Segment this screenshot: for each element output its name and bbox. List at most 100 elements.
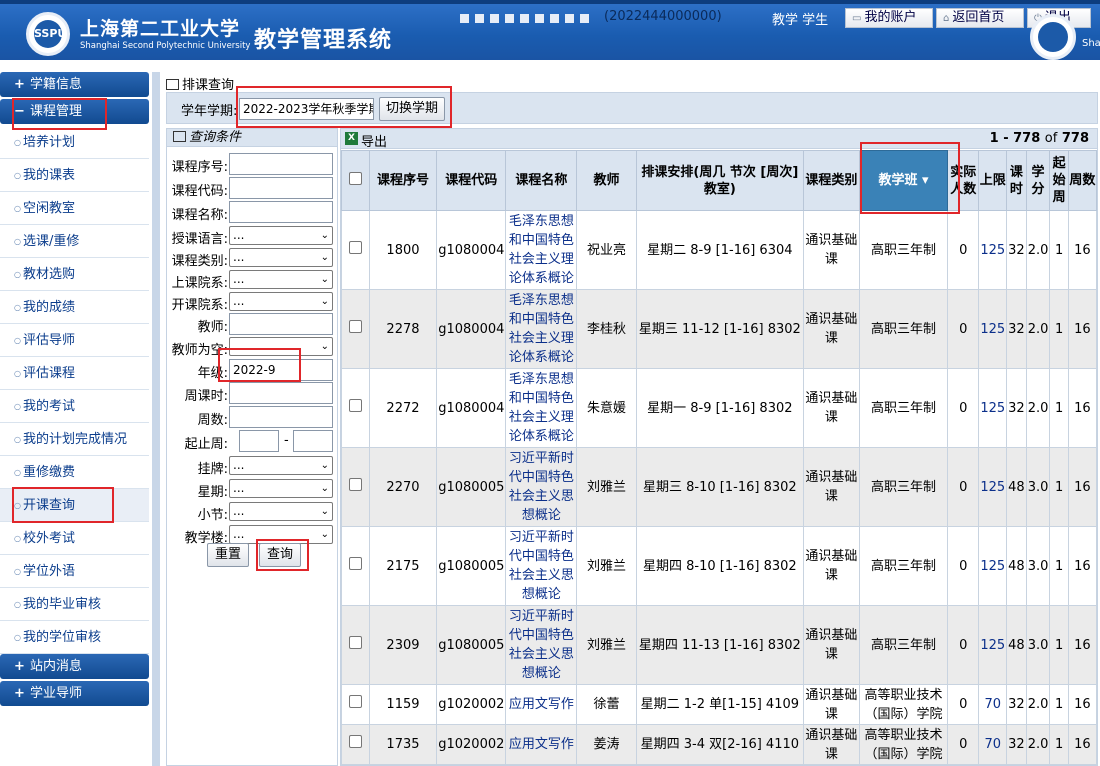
sidebar-item-retake-fee[interactable]: ○ 重修缴费 xyxy=(0,456,149,489)
building-select[interactable]: ... ⌄ xyxy=(229,525,333,544)
cell-actual: 0 xyxy=(947,447,980,527)
sidebar-group-student-info[interactable]: + 学籍信息 xyxy=(0,72,149,97)
teacher-empty-select[interactable]: ⌄ xyxy=(229,337,333,356)
cell-schedule: 星期二 1-2 单[1-15] 4109 xyxy=(635,684,805,725)
sidebar-item-my-timetable[interactable]: ○ 我的课表 xyxy=(0,159,149,192)
class-dept-select[interactable]: ... ⌄ xyxy=(229,270,333,289)
course-name-link[interactable]: 习近平新时代中国特色社会主义思想概论 xyxy=(505,526,578,606)
open-dept-select[interactable]: ... ⌄ xyxy=(229,292,333,311)
sidebar-item-eval-course[interactable]: ○ 评估课程 xyxy=(0,357,149,390)
column-header-name[interactable]: 课程名称 xyxy=(505,150,578,211)
table-row[interactable]: 1735 g1020002 应用文写作 姜涛 星期四 3-4 双[2-16] 4110 通… xyxy=(341,724,1097,765)
table-row[interactable]: 2175 g1080005 习近平新时代中国特色社会主义思想概论 刘雅兰 星期四 8-1… xyxy=(341,526,1097,606)
row-checkbox[interactable] xyxy=(341,368,370,448)
table-row[interactable]: 1159 g1020002 应用文写作 徐蕾 星期二 1-2 单[1-15] 4109 通… xyxy=(341,684,1097,725)
teach-language-select[interactable]: ... ⌄ xyxy=(229,226,333,245)
sidebar-item-external-exam[interactable]: ○ 校外考试 xyxy=(0,522,149,555)
cell-schedule: 星期一 8-9 [1-16] 8302 xyxy=(635,368,805,448)
sidebar-item-textbook[interactable]: ○ 教材选购 xyxy=(0,258,149,291)
period-select-value: ... xyxy=(233,504,245,518)
course-category-select[interactable]: ... ⌄ xyxy=(229,248,333,267)
course-name-link[interactable]: 习近平新时代中国特色社会主义思想概论 xyxy=(505,447,578,527)
column-header-seq[interactable]: 课程序号 xyxy=(368,150,438,211)
start-week-input[interactable] xyxy=(239,430,279,452)
period-select[interactable]: ... ⌄ xyxy=(229,502,333,521)
teacher-input[interactable] xyxy=(229,313,333,335)
course-name-input[interactable] xyxy=(229,201,333,223)
listed-select[interactable]: ... ⌄ xyxy=(229,456,333,475)
weekday-select[interactable]: ... ⌄ xyxy=(229,479,333,498)
query-row-weekday: 星期:... ⌄ xyxy=(167,478,337,500)
column-header-schedule[interactable]: 排课安排(周几 节次 [周次] 教室) xyxy=(635,150,805,211)
table-row[interactable]: 2278 g1080004 毛泽东思想和中国特色社会主义理论体系概论 李桂秋 星期三 1… xyxy=(341,289,1097,369)
cell-schedule: 星期三 11-12 [1-16] 8302 xyxy=(635,289,805,369)
home-button[interactable]: ⌂ 返回首页 xyxy=(936,8,1024,28)
column-header-class[interactable]: 教学班 ▾ xyxy=(858,150,949,211)
course-name-link[interactable]: 毛泽东思想和中国特色社会主义理论体系概论 xyxy=(505,210,578,290)
course-name-link[interactable]: 应用文写作 xyxy=(505,684,578,725)
course-name-link[interactable]: 毛泽东思想和中国特色社会主义理论体系概论 xyxy=(505,289,578,369)
table-row[interactable]: 2309 g1080005 习近平新时代中国特色社会主义思想概论 刘雅兰 星期四 11-… xyxy=(341,605,1097,685)
column-header-code[interactable]: 课程代码 xyxy=(436,150,507,211)
row-checkbox[interactable] xyxy=(341,605,370,685)
search-button[interactable]: 查询 xyxy=(259,543,301,567)
row-checkbox[interactable] xyxy=(341,684,370,725)
table-row[interactable]: 2270 g1080005 习近平新时代中国特色社会主义思想概论 刘雅兰 星期三 8-1… xyxy=(341,447,1097,527)
sidebar-item-degree-language[interactable]: ○ 学位外语 xyxy=(0,555,149,588)
sidebar-item-training-plan[interactable]: ○ 培养计划 xyxy=(0,126,149,159)
sidebar-item-free-classroom[interactable]: ○ 空闲教室 xyxy=(0,192,149,225)
switch-term-button[interactable]: 切换学期 xyxy=(379,97,445,121)
sidebar-item-my-grades[interactable]: ○ 我的成绩 xyxy=(0,291,149,324)
table-row[interactable]: 2272 g1080004 毛泽东思想和中国特色社会主义理论体系概论 朱意媛 星期一 8… xyxy=(341,368,1097,448)
chevron-down-icon: ⌄ xyxy=(320,483,329,494)
column-header-credit[interactable]: 学分 xyxy=(1025,150,1051,211)
grade-input[interactable]: 2022-9 xyxy=(229,359,333,381)
reset-button[interactable]: 重置 xyxy=(207,543,249,567)
query-row-weeks: 周数: xyxy=(167,406,337,428)
excel-icon[interactable]: X xyxy=(345,132,358,145)
column-header-hours[interactable]: 课时 xyxy=(1006,150,1027,211)
course-name-link[interactable]: 习近平新时代中国特色社会主义思想概论 xyxy=(505,605,578,685)
cell-teacher: 李桂秋 xyxy=(576,289,637,369)
sidebar-item-my-exams[interactable]: ○ 我的考试 xyxy=(0,390,149,423)
my-account-button[interactable]: ▭ 我的账户 xyxy=(845,8,933,28)
sidebar-splitter[interactable] xyxy=(152,72,160,766)
sidebar-item-eval-advisor[interactable]: ○ 评估导师 xyxy=(0,324,149,357)
column-header-weeks[interactable]: 周数 xyxy=(1067,150,1097,211)
query-row-building: 教学楼:... ⌄ xyxy=(167,524,337,546)
column-header-start[interactable]: 起始周 xyxy=(1049,150,1069,211)
row-checkbox[interactable] xyxy=(341,447,370,527)
sidebar-group-messages[interactable]: + 站内消息 xyxy=(0,654,149,679)
sidebar-item-course-query[interactable]: ○ 开课查询 xyxy=(0,489,149,522)
table-row[interactable]: 1800 g1080004 毛泽东思想和中国特色社会主义理论体系概论 祝业亮 星期二 8… xyxy=(341,210,1097,290)
course-name-link[interactable]: 应用文写作 xyxy=(505,724,578,765)
cell-seq: 2309 xyxy=(368,605,438,685)
export-button[interactable]: 导出 xyxy=(361,131,387,150)
weeks-label: 周数: xyxy=(197,413,228,428)
sidebar-item-plan-completion[interactable]: ○ 我的计划完成情况 xyxy=(0,423,149,456)
sidebar-group-advisor[interactable]: + 学业导师 xyxy=(0,681,149,706)
column-header-teacher[interactable]: 教师 xyxy=(576,150,637,211)
weekly-hours-input[interactable] xyxy=(229,382,333,404)
weeks-input[interactable] xyxy=(229,406,333,428)
cell-seq: 1159 xyxy=(368,684,438,725)
column-header-limit[interactable]: 上限 xyxy=(978,150,1008,211)
end-week-input[interactable] xyxy=(293,430,333,452)
column-header-actual[interactable]: 实际人数 xyxy=(947,150,980,211)
select-all-checkbox[interactable] xyxy=(341,150,370,211)
row-checkbox[interactable] xyxy=(341,289,370,369)
sidebar-item-degree-audit[interactable]: ○ 我的学位审核 xyxy=(0,621,149,654)
course-code-input[interactable] xyxy=(229,177,333,199)
course-seq-input[interactable] xyxy=(229,153,333,175)
row-checkbox[interactable] xyxy=(341,210,370,290)
chevron-down-icon: ⌄ xyxy=(320,296,329,307)
sidebar-item-graduation-audit[interactable]: ○ 我的毕业审核 xyxy=(0,588,149,621)
cell-schedule: 星期四 11-13 [1-16] 8302 xyxy=(635,605,805,685)
sidebar-item-course-select[interactable]: ○ 选课/重修 xyxy=(0,225,149,258)
row-checkbox[interactable] xyxy=(341,526,370,606)
row-checkbox[interactable] xyxy=(341,724,370,765)
sidebar-group-course-mgmt[interactable]: − 课程管理 xyxy=(0,99,149,124)
column-header-category[interactable]: 课程类别 xyxy=(803,150,860,211)
term-select[interactable]: 2022-2023学年秋季学期 xyxy=(239,98,374,120)
course-name-link[interactable]: 毛泽东思想和中国特色社会主义理论体系概论 xyxy=(505,368,578,448)
